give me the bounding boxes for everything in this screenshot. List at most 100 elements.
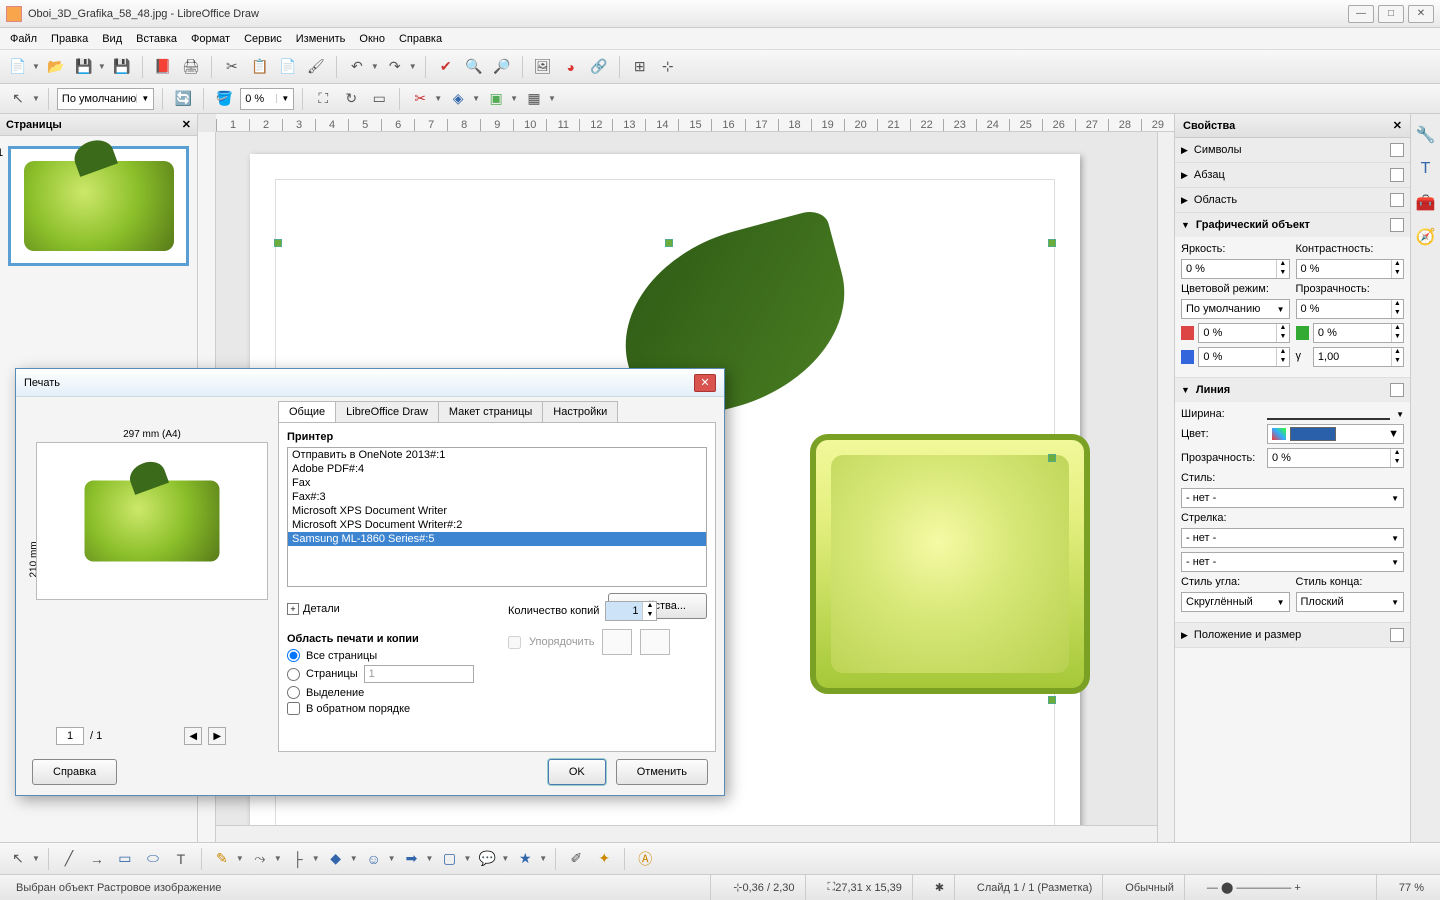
minimize-button[interactable]: —: [1348, 5, 1374, 23]
redo-icon[interactable]: ↷: [383, 55, 407, 79]
printer-option[interactable]: Отправить в OneNote 2013#:1: [288, 448, 706, 462]
status-pagestyle[interactable]: Обычный: [1115, 875, 1185, 900]
gallery-tab-icon[interactable]: 🧰: [1415, 192, 1437, 214]
menu-view[interactable]: Вид: [96, 31, 128, 47]
tab-draw[interactable]: LibreOffice Draw: [335, 401, 439, 422]
save-as-icon[interactable]: 💾: [110, 55, 134, 79]
align-icon[interactable]: ▦: [522, 87, 546, 111]
stars-icon[interactable]: ★: [513, 847, 537, 871]
status-unsaved-icon[interactable]: ✱: [925, 875, 955, 900]
section-symbols[interactable]: ▶Символы: [1175, 138, 1410, 162]
printer-option[interactable]: Microsoft XPS Document Writer: [288, 504, 706, 518]
paste-icon[interactable]: 📄: [276, 55, 300, 79]
contrast-input[interactable]: ▲▼: [1296, 259, 1405, 279]
blue-input[interactable]: ▲▼: [1198, 347, 1289, 367]
preview-next-button[interactable]: ▶: [208, 727, 226, 745]
pointer-tool-icon[interactable]: ↖: [6, 847, 30, 871]
zoom-value[interactable]: 77 %: [1389, 875, 1434, 900]
menu-modify[interactable]: Изменить: [290, 31, 352, 47]
gamma-input[interactable]: ▲▼: [1313, 347, 1404, 367]
green-input[interactable]: ▲▼: [1313, 323, 1404, 343]
curve-tool-icon[interactable]: ✎: [210, 847, 234, 871]
hyperlink-icon[interactable]: 🔗: [587, 55, 611, 79]
filter-icon[interactable]: ✂: [408, 87, 432, 111]
flip-icon[interactable]: ▭: [367, 87, 391, 111]
tab-options[interactable]: Настройки: [542, 401, 618, 422]
properties-tab-icon[interactable]: 🔧: [1415, 124, 1437, 146]
radio-pages[interactable]: [287, 668, 300, 681]
section-graphic[interactable]: ▼Графический объект: [1175, 213, 1410, 237]
format-paintbrush-icon[interactable]: 🖌: [304, 55, 328, 79]
cut-icon[interactable]: ✂: [220, 55, 244, 79]
section-line[interactable]: ▼Линия: [1175, 378, 1410, 402]
rotate-icon[interactable]: ↻: [339, 87, 363, 111]
line-color-select[interactable]: ▼: [1267, 424, 1404, 444]
pdf-icon[interactable]: 📕: [151, 55, 175, 79]
menu-insert[interactable]: Вставка: [130, 31, 183, 47]
radio-all-pages[interactable]: [287, 649, 300, 662]
zoom-icon[interactable]: 🔍: [462, 55, 486, 79]
navigator-icon[interactable]: 🔎: [490, 55, 514, 79]
bucket-icon[interactable]: 🪣: [212, 87, 236, 111]
preview-page-input[interactable]: [56, 727, 84, 745]
ellipse-tool-icon[interactable]: ⬭: [141, 847, 165, 871]
zoom-slider[interactable]: — ⬤ ————— +: [1197, 875, 1377, 900]
color-replace-icon[interactable]: 🔄: [171, 87, 195, 111]
menu-window[interactable]: Окно: [353, 31, 391, 47]
printer-option[interactable]: Fax#:3: [288, 490, 706, 504]
help-button[interactable]: Справка: [32, 759, 117, 785]
flowchart-icon[interactable]: ▢: [437, 847, 461, 871]
line-style-select[interactable]: - нет -▼: [1181, 488, 1404, 508]
basic-shapes-icon[interactable]: ◆: [324, 847, 348, 871]
close-button[interactable]: ✕: [1408, 5, 1434, 23]
section-possize[interactable]: ▶Положение и размер: [1175, 623, 1410, 647]
scrollbar-vertical[interactable]: [1157, 132, 1174, 842]
printer-option[interactable]: Samsung ML-1860 Series#:5: [288, 532, 706, 546]
line-transparency-input[interactable]: ▲▼: [1267, 448, 1404, 468]
section-area[interactable]: ▶Область: [1175, 188, 1410, 212]
tab-layout[interactable]: Макет страницы: [438, 401, 543, 422]
properties-close-icon[interactable]: ✕: [1393, 119, 1402, 132]
lines-tool-icon[interactable]: ├: [286, 847, 310, 871]
checkbox-reverse[interactable]: [287, 702, 300, 715]
style-combo[interactable]: По умолчанию▼: [57, 88, 154, 110]
text-tool-icon[interactable]: T: [169, 847, 193, 871]
symbol-shapes-icon[interactable]: ☺: [362, 847, 386, 871]
navigator-tab-icon[interactable]: 🧭: [1415, 226, 1437, 248]
effects-icon[interactable]: ◈: [446, 87, 470, 111]
printer-list[interactable]: Отправить в OneNote 2013#:1Adobe PDF#:4 F…: [287, 447, 707, 587]
printer-option[interactable]: Microsoft XPS Document Writer#:2: [288, 518, 706, 532]
details-toggle[interactable]: +Детали: [287, 603, 340, 615]
chart-icon[interactable]: ◕: [559, 55, 583, 79]
section-paragraph[interactable]: ▶Абзац: [1175, 163, 1410, 187]
end-style-select[interactable]: Плоский▼: [1296, 592, 1405, 612]
copies-input[interactable]: ▲▼: [605, 601, 657, 621]
save-icon[interactable]: 💾: [72, 55, 96, 79]
printer-option[interactable]: Adobe PDF#:4: [288, 462, 706, 476]
preview-prev-button[interactable]: ◀: [184, 727, 202, 745]
glue-points-icon[interactable]: ✦: [592, 847, 616, 871]
select-tool-icon[interactable]: ↖: [6, 87, 30, 111]
dialog-close-button[interactable]: ✕: [694, 374, 716, 392]
page-thumbnail[interactable]: 1: [8, 146, 189, 266]
undo-icon[interactable]: ↶: [345, 55, 369, 79]
tab-general[interactable]: Общие: [278, 401, 336, 422]
print-icon[interactable]: 🖨: [179, 55, 203, 79]
block-arrows-icon[interactable]: ➡: [400, 847, 424, 871]
open-icon[interactable]: 📂: [44, 55, 68, 79]
callouts-icon[interactable]: 💬: [475, 847, 499, 871]
radio-selection[interactable]: [287, 686, 300, 699]
guides-icon[interactable]: ⊹: [656, 55, 680, 79]
colormode-select[interactable]: По умолчанию▼: [1181, 299, 1290, 319]
edit-points-icon[interactable]: ✐: [564, 847, 588, 871]
arrange-icon[interactable]: ▣: [484, 87, 508, 111]
spellcheck-icon[interactable]: ✔: [434, 55, 458, 79]
rectangle-tool-icon[interactable]: ▭: [113, 847, 137, 871]
menu-edit[interactable]: Правка: [45, 31, 94, 47]
transparency-combo[interactable]: 0 %▼: [240, 88, 294, 110]
menu-help[interactable]: Справка: [393, 31, 448, 47]
pages-close-icon[interactable]: ✕: [182, 118, 191, 131]
grid-icon[interactable]: ⊞: [628, 55, 652, 79]
ok-button[interactable]: OK: [548, 759, 606, 785]
menu-file[interactable]: Файл: [4, 31, 43, 47]
